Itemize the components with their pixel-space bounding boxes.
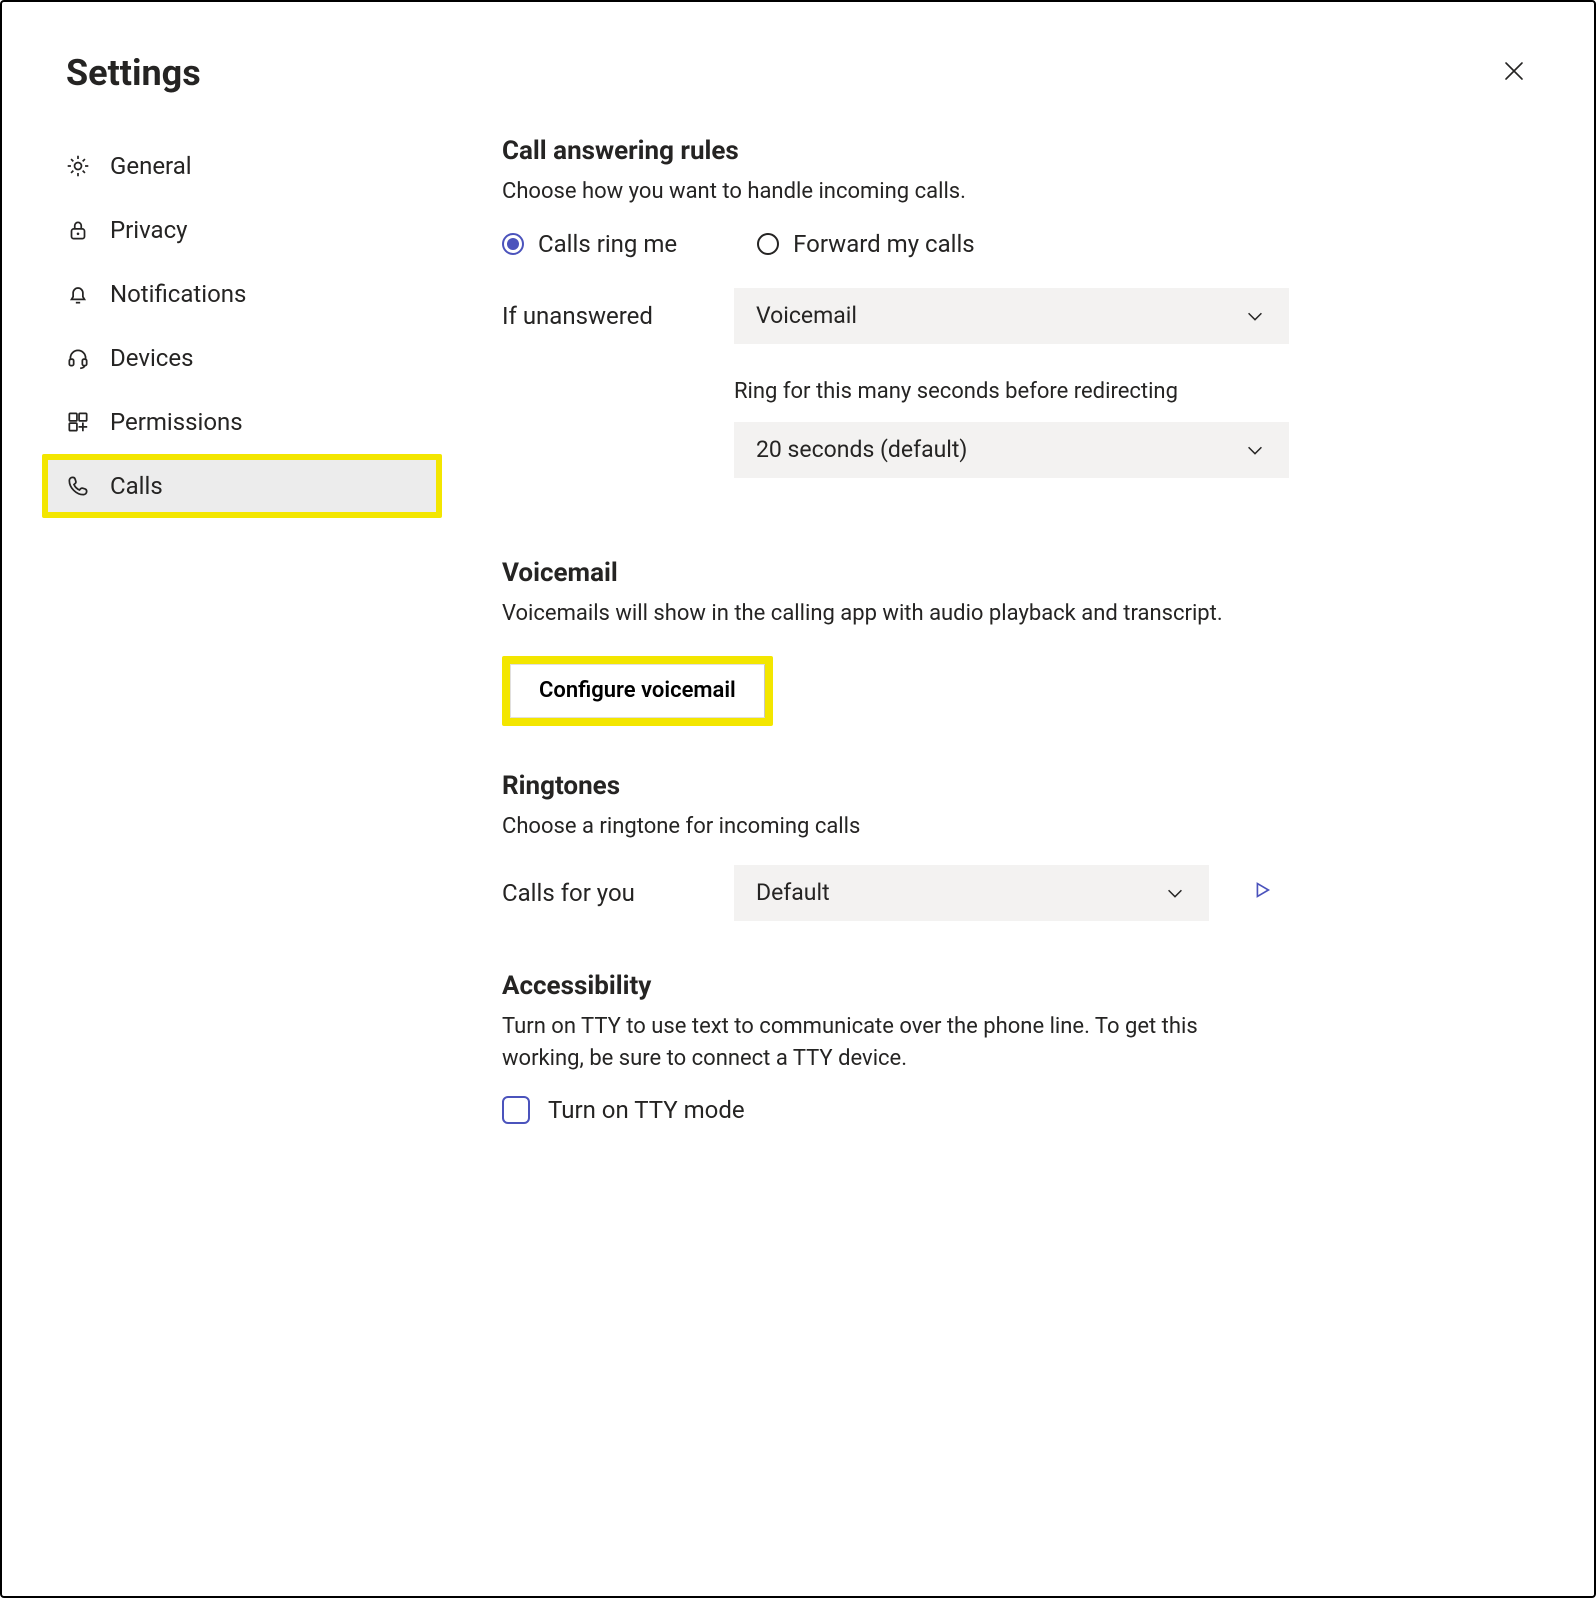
configure-voicemail-button[interactable]: Configure voicemail <box>510 664 765 718</box>
if-unanswered-dropdown[interactable]: Voicemail <box>734 288 1289 344</box>
phone-icon <box>64 472 92 500</box>
radio-label: Calls ring me <box>538 230 677 258</box>
calls-for-you-label: Calls for you <box>502 879 734 907</box>
radio-label: Forward my calls <box>793 230 975 258</box>
ringtones-title: Ringtones <box>502 771 1534 801</box>
sidebar-item-general[interactable]: General <box>42 134 442 198</box>
lock-icon <box>64 216 92 244</box>
sidebar: General Privacy Notifications Devices <box>42 134 442 1179</box>
dropdown-value: Voicemail <box>756 302 857 329</box>
sidebar-item-label: Privacy <box>110 216 188 244</box>
chevron-down-icon <box>1243 304 1267 328</box>
configure-voicemail-highlight: Configure voicemail <box>502 656 773 726</box>
tty-checkbox-row[interactable]: Turn on TTY mode <box>502 1096 1534 1124</box>
sidebar-item-notifications[interactable]: Notifications <box>42 262 442 326</box>
sidebar-item-permissions[interactable]: Permissions <box>42 390 442 454</box>
section-accessibility: Accessibility Turn on TTY to use text to… <box>502 971 1534 1125</box>
chevron-down-icon <box>1163 881 1187 905</box>
page-title: Settings <box>66 52 1494 94</box>
ringtone-dropdown[interactable]: Default <box>734 865 1209 921</box>
ring-duration-dropdown[interactable]: 20 seconds (default) <box>734 422 1289 478</box>
sidebar-item-privacy[interactable]: Privacy <box>42 198 442 262</box>
call-rules-desc: Choose how you want to handle incoming c… <box>502 176 1534 208</box>
chevron-down-icon <box>1243 438 1267 462</box>
ringtone-row: Calls for you Default <box>502 865 1534 921</box>
body: General Privacy Notifications Devices <box>2 104 1594 1219</box>
ring-duration-label: Ring for this many seconds before redire… <box>734 379 1289 404</box>
radio-calls-ring-me[interactable]: Calls ring me <box>502 230 677 258</box>
if-unanswered-row: If unanswered Voicemail <box>502 288 1534 344</box>
play-icon <box>1251 879 1273 906</box>
gear-icon <box>64 152 92 180</box>
sidebar-item-label: Notifications <box>110 280 246 308</box>
sidebar-item-label: Calls <box>110 472 163 500</box>
sidebar-item-devices[interactable]: Devices <box>42 326 442 390</box>
dropdown-value: 20 seconds (default) <box>756 436 967 463</box>
sidebar-item-label: Devices <box>110 344 193 372</box>
voicemail-desc: Voicemails will show in the calling app … <box>502 598 1534 630</box>
sidebar-item-calls[interactable]: Calls <box>42 454 442 518</box>
header: Settings <box>2 2 1594 104</box>
close-icon <box>1502 59 1526 88</box>
radio-indicator <box>502 233 524 255</box>
radio-forward-my-calls[interactable]: Forward my calls <box>757 230 975 258</box>
settings-window: Settings General Privacy <box>0 0 1596 1598</box>
play-ringtone-button[interactable] <box>1249 880 1275 906</box>
tty-checkbox-label: Turn on TTY mode <box>548 1096 745 1124</box>
call-handling-radio-group: Calls ring me Forward my calls <box>502 230 1534 258</box>
section-call-rules: Call answering rules Choose how you want… <box>502 136 1534 478</box>
if-unanswered-label: If unanswered <box>502 302 734 330</box>
accessibility-desc: Turn on TTY to use text to communicate o… <box>502 1011 1282 1075</box>
radio-indicator <box>757 233 779 255</box>
voicemail-title: Voicemail <box>502 558 1534 588</box>
sidebar-item-label: General <box>110 152 192 180</box>
section-ringtones: Ringtones Choose a ringtone for incoming… <box>502 771 1534 921</box>
sidebar-item-label: Permissions <box>110 408 243 436</box>
close-button[interactable] <box>1494 53 1534 93</box>
content-panel: Call answering rules Choose how you want… <box>502 134 1534 1179</box>
checkbox-indicator <box>502 1096 530 1124</box>
apps-icon <box>64 408 92 436</box>
section-voicemail: Voicemail Voicemails will show in the ca… <box>502 558 1534 726</box>
ring-duration-block: Ring for this many seconds before redire… <box>734 379 1289 478</box>
bell-icon <box>64 280 92 308</box>
accessibility-title: Accessibility <box>502 971 1534 1001</box>
ringtones-desc: Choose a ringtone for incoming calls <box>502 811 1534 843</box>
dropdown-value: Default <box>756 879 830 906</box>
call-rules-title: Call answering rules <box>502 136 1534 166</box>
headset-icon <box>64 344 92 372</box>
